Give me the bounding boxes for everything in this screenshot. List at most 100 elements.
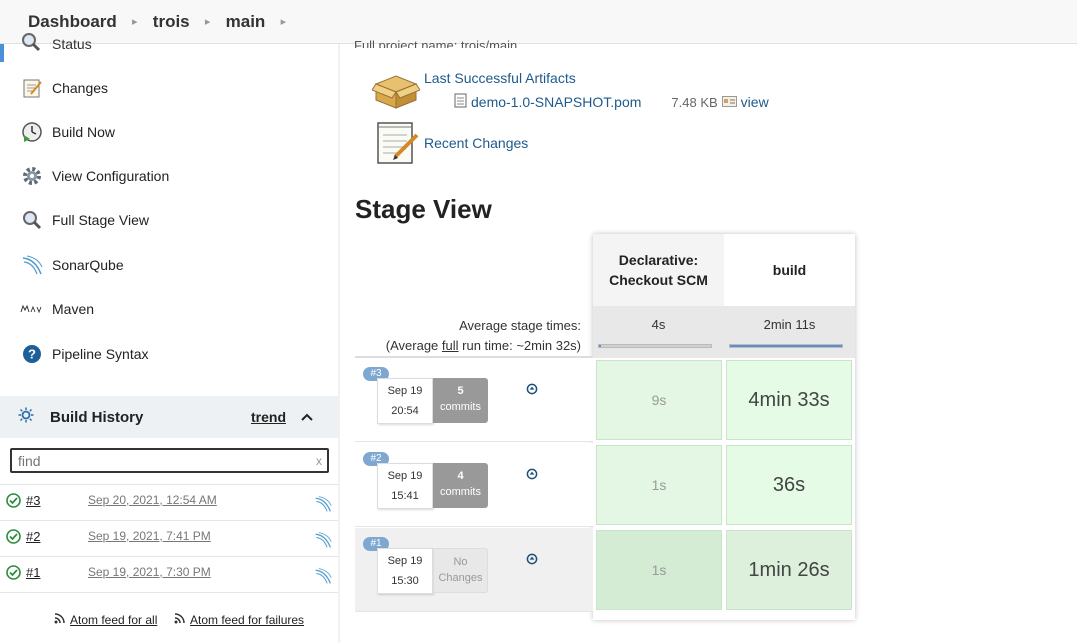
sonarqube-icon	[20, 253, 44, 277]
build-history-title: Build History	[50, 408, 144, 426]
avg-progress-bar	[598, 344, 712, 348]
stage-header-build: build	[724, 234, 855, 306]
avg-stage-label: Average stage times:	[459, 318, 581, 333]
sidebar-item-build-now[interactable]: Build Now	[20, 118, 115, 146]
sun-icon	[18, 407, 34, 428]
breadcrumb-main[interactable]: main	[226, 12, 266, 32]
run-row[interactable]: #2 Sep 19 15:41 4 commits	[355, 443, 593, 527]
sidebar-item-changes[interactable]: Changes	[20, 74, 108, 102]
stage-cell[interactable]: 1s	[596, 530, 722, 610]
run-commits-button[interactable]: No Changes	[433, 548, 488, 593]
build-row[interactable]: #2 Sep 19, 2021, 7:41 PM	[0, 520, 338, 556]
build-date-link[interactable]: Sep 19, 2021, 7:30 PM	[88, 565, 211, 579]
run-row[interactable]: #3 Sep 19 20:54 5 commits	[355, 358, 593, 442]
sonarqube-icon[interactable]	[314, 531, 332, 554]
sidebar-item-view-configuration[interactable]: View Configuration	[20, 162, 169, 190]
breadcrumb-trois[interactable]: trois	[153, 12, 190, 32]
recent-changes-link[interactable]: Recent Changes	[424, 135, 528, 151]
success-check-icon	[6, 493, 21, 513]
build-history-search-input[interactable]	[10, 448, 329, 473]
avg-progress-fill	[599, 345, 602, 347]
build-date-link[interactable]: Sep 19, 2021, 7:41 PM	[88, 529, 211, 543]
artifact-size: 7.48 KB	[671, 94, 718, 110]
avg-run-suffix: run time: ~2min 32s)	[458, 338, 581, 353]
sidebar-item-label: View Configuration	[52, 168, 170, 184]
last-successful-artifacts-link[interactable]: Last Successful Artifacts	[424, 70, 576, 86]
build-number-link[interactable]: #1	[26, 565, 40, 580]
download-arrow-icon[interactable]	[526, 467, 538, 485]
build-number-link[interactable]: #2	[26, 529, 40, 544]
run-date-day: Sep 19	[387, 385, 423, 397]
commits-count: 4	[457, 470, 464, 482]
stage-view-title: Stage View	[355, 194, 492, 224]
sidebar-item-maven[interactable]: Maven	[20, 295, 94, 323]
atom-feeds: Atom feed for all Atom feed for failures	[0, 592, 338, 643]
sidebar-item-sonarqube[interactable]: SonarQube	[20, 251, 124, 279]
average-stage-times: Average stage times: (Average full run t…	[355, 306, 593, 358]
avg-time-cell: 4s	[593, 306, 724, 358]
sidebar-item-status[interactable]: Status	[20, 32, 92, 56]
atom-feed-all-link[interactable]: Atom feed for all	[54, 613, 157, 627]
sidebar-item-pipeline-syntax[interactable]: ? Pipeline Syntax	[20, 340, 149, 368]
full-run-link[interactable]: full	[442, 338, 459, 353]
stage-cell[interactable]: 1s	[596, 445, 722, 525]
download-arrow-icon[interactable]	[526, 552, 538, 570]
magnifier-icon	[20, 208, 44, 232]
sidebar-item-label: Full Stage View	[52, 212, 150, 228]
avg-run-time: (Average full run time: ~2min 32s)	[355, 336, 581, 356]
box-icon	[371, 70, 421, 115]
avg-time: 4s	[651, 317, 666, 332]
stage-cell[interactable]: 4min 33s	[726, 360, 852, 440]
file-icon	[454, 93, 467, 111]
sonarqube-icon[interactable]	[314, 567, 332, 590]
commits-label: commits	[440, 486, 481, 498]
success-check-icon	[6, 529, 21, 549]
artifact-file-link[interactable]: demo-1.0-SNAPSHOT.pom	[471, 94, 641, 110]
sidebar-item-label: Status	[52, 36, 92, 52]
atom-feed-failures-link[interactable]: Atom feed for failures	[174, 613, 304, 627]
build-history-header: Build History trend	[0, 396, 338, 438]
run-row[interactable]: #1 Sep 19 15:30 No Changes	[355, 528, 593, 612]
rss-icon	[174, 613, 185, 627]
sonarqube-icon[interactable]	[314, 495, 332, 518]
commits-count: No	[453, 556, 468, 568]
sidebar-item-label: Changes	[52, 80, 109, 96]
commits-label: commits	[440, 401, 481, 413]
feed-label: Atom feed for failures	[190, 613, 305, 627]
avg-time-cell: 2min 11s	[724, 306, 855, 358]
run-date: Sep 19 20:54	[377, 378, 433, 424]
view-artifact-link[interactable]: view	[741, 94, 769, 110]
help-icon: ?	[20, 342, 44, 366]
stage-header-checkout: Declarative: Checkout SCM	[593, 234, 724, 306]
download-arrow-icon[interactable]	[526, 382, 538, 400]
build-row[interactable]: #1 Sep 19, 2021, 7:30 PM	[0, 556, 338, 592]
gear-icon	[20, 164, 44, 188]
clock-icon	[20, 120, 44, 144]
sidebar-item-label: Maven	[52, 301, 95, 317]
feed-label: Atom feed for all	[70, 613, 158, 627]
stage-cell[interactable]: 9s	[596, 360, 722, 440]
run-date: Sep 19 15:30	[377, 548, 433, 594]
breadcrumb-dashboard[interactable]: Dashboard	[28, 12, 117, 32]
build-date-link[interactable]: Sep 20, 2021, 12:54 AM	[88, 493, 217, 507]
chevron-right-icon[interactable]: ▸	[265, 15, 301, 28]
clear-search-icon[interactable]: x	[316, 454, 322, 468]
chevron-right-icon[interactable]: ▸	[190, 15, 226, 28]
chevron-up-icon[interactable]	[300, 409, 314, 425]
fingerprint-icon[interactable]	[721, 94, 737, 110]
build-number-link[interactable]: #3	[26, 493, 40, 508]
build-row[interactable]: #3 Sep 20, 2021, 12:54 AM	[0, 484, 338, 520]
trend-link[interactable]: trend	[251, 409, 286, 425]
stage-cell[interactable]: 36s	[726, 445, 852, 525]
artifact-row: demo-1.0-SNAPSHOT.pom 7.48 KB view	[454, 93, 769, 111]
main-content: Full project name: trois/main Last Succe…	[340, 38, 1077, 643]
sidebar: Status Changes Build Now View Configurat…	[0, 32, 340, 643]
avg-time: 2min 11s	[763, 317, 816, 332]
sidebar-item-full-stage-view[interactable]: Full Stage View	[20, 206, 149, 234]
chevron-right-icon[interactable]: ▸	[117, 15, 153, 28]
stage-cell[interactable]: 1min 26s	[726, 530, 852, 610]
sidebar-item-label: SonarQube	[52, 257, 124, 273]
run-commits-button[interactable]: 5 commits	[433, 378, 488, 423]
avg-run-prefix: (Average	[385, 338, 442, 353]
run-commits-button[interactable]: 4 commits	[433, 463, 488, 508]
